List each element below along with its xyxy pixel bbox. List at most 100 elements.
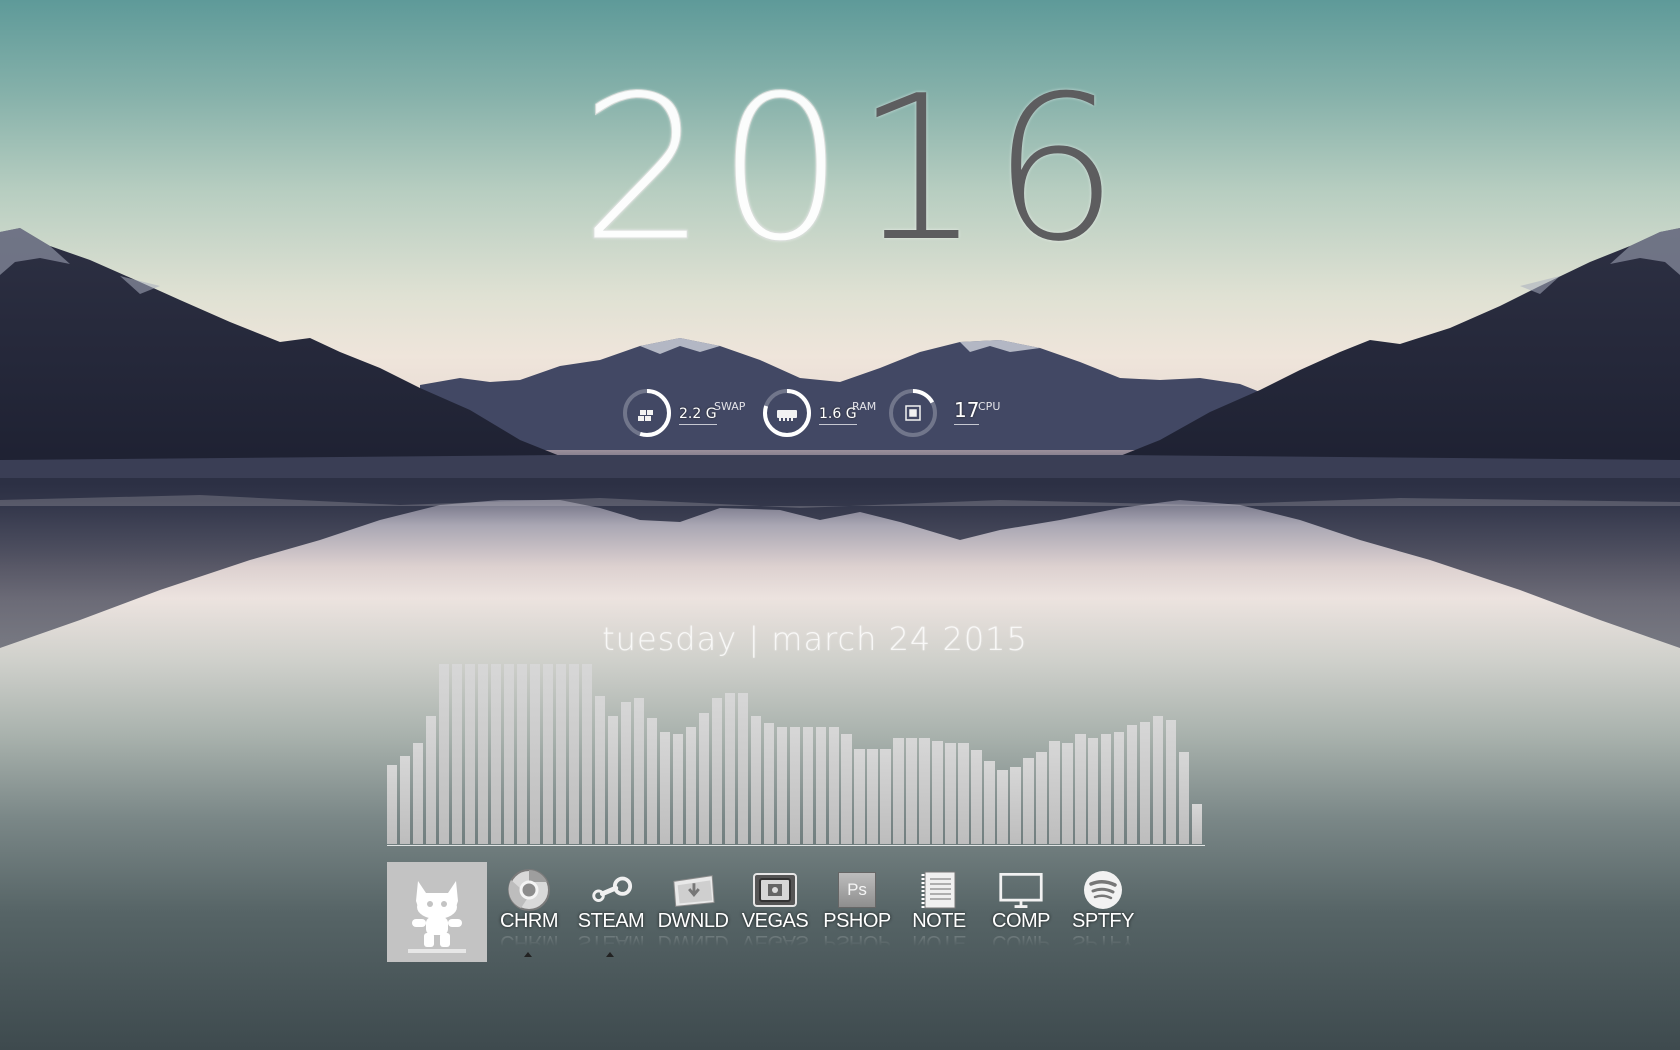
visualizer-bar — [413, 743, 424, 844]
visualizer-bar — [711, 698, 722, 844]
launcher-spotify[interactable]: SPTFY SPTFY — [1064, 868, 1142, 963]
visualizer-bar — [438, 664, 450, 844]
visualizer-bar — [1049, 741, 1060, 844]
visualizer-bar — [737, 692, 748, 844]
launcher-notepad[interactable]: NOTE NOTE — [900, 868, 978, 963]
visualizer-bar — [490, 664, 502, 844]
visualizer-bar — [1088, 737, 1099, 844]
visualizer-bar — [1192, 804, 1203, 844]
launcher-computer[interactable]: COMP COMP — [982, 868, 1060, 963]
visualizer-baseline — [387, 845, 1205, 846]
desktop: 2016 2.2 G SWAP 1.6 G RAM 17 CPU tuesday… — [0, 0, 1680, 1050]
visualizer-bar — [1114, 732, 1125, 844]
visualizer-bar — [919, 737, 930, 844]
swap-label: SWAP — [714, 400, 746, 413]
app-dock: CHRM CHRM STEAM STEAM DWNLD DWNLD VEGAS … — [387, 862, 1147, 964]
swap-gauge: 2.2 G SWAP — [620, 386, 750, 440]
now-playing-artwork[interactable] — [387, 862, 487, 962]
launcher-computer-label-reflection: COMP — [992, 931, 1050, 953]
visualizer-bar — [477, 664, 489, 844]
launcher-downloads[interactable]: DWNLD DWNLD — [654, 868, 732, 963]
launcher-photoshop[interactable]: Ps PSHOP PSHOP — [818, 868, 896, 963]
launcher-downloads-label-reflection: DWNLD — [657, 931, 729, 953]
notepad-icon — [916, 868, 962, 912]
year-last-digits: 16 — [854, 53, 1129, 286]
visualizer-bar — [763, 723, 774, 844]
computer-icon — [998, 868, 1044, 912]
visualizer-bar — [724, 692, 735, 844]
visualizer-bar — [828, 727, 839, 844]
visualizer-bar — [581, 664, 593, 844]
visualizer-bar — [555, 664, 567, 844]
photoshop-icon: Ps — [834, 868, 880, 912]
visualizer-bar — [997, 770, 1008, 844]
launcher-notepad-label-reflection: NOTE — [912, 931, 966, 953]
spotify-icon — [1080, 868, 1126, 912]
visualizer-bar — [854, 748, 865, 844]
visualizer-bar — [1010, 766, 1021, 844]
running-indicator — [524, 952, 532, 957]
visualizer-bar — [685, 727, 696, 844]
visualizer-bar — [906, 737, 917, 844]
visualizer-bar — [646, 718, 658, 844]
visualizer-bar — [958, 743, 969, 844]
ram-icon — [777, 410, 797, 421]
visualizer-bar — [1101, 734, 1112, 844]
visualizer-bar — [815, 727, 826, 844]
visualizer-bar — [932, 741, 943, 844]
swap-value: 2.2 G — [679, 406, 717, 425]
visualizer-bar — [1036, 752, 1047, 844]
launcher-vegas[interactable]: VEGAS VEGAS — [736, 868, 814, 963]
ram-label: RAM — [852, 400, 877, 413]
launcher-chrome[interactable]: CHRM CHRM — [490, 868, 568, 963]
visualizer-bar — [802, 727, 813, 844]
visualizer-bar — [867, 748, 878, 844]
audio-visualizer — [387, 660, 1205, 846]
visualizer-bar — [776, 727, 787, 844]
ram-gauge: 1.6 G RAM — [760, 386, 890, 440]
visualizer-bar — [893, 737, 904, 844]
steam-icon — [588, 868, 634, 912]
visualizer-bar — [594, 696, 606, 844]
cpu-value: 17 — [954, 398, 980, 425]
visualizer-bar — [841, 734, 852, 844]
visualizer-bar — [672, 734, 684, 844]
visualizer-bar — [529, 664, 541, 844]
visualizer-bar — [880, 748, 891, 844]
launcher-steam-label-reflection: STEAM — [577, 931, 645, 953]
visualizer-bar — [400, 755, 411, 844]
visualizer-bar — [1075, 734, 1086, 844]
visualizer-bar — [542, 664, 554, 844]
visualizer-bar — [1127, 725, 1138, 844]
downloads-folder-icon — [670, 868, 716, 912]
visualizer-bar — [945, 743, 956, 844]
photoshop-icon-text: Ps — [847, 880, 867, 899]
chrome-icon — [506, 868, 552, 912]
launcher-steam[interactable]: STEAM STEAM — [572, 868, 650, 963]
cpu-ring — [889, 389, 937, 437]
cpu-gauge: 17 CPU — [886, 386, 1016, 440]
date-display: tuesday | march 24 2015 — [602, 620, 1028, 658]
visualizer-bar — [451, 664, 463, 844]
visualizer-bar — [971, 750, 982, 844]
year-clock: 2016 — [580, 69, 1120, 270]
vegas-icon — [752, 868, 798, 912]
visualizer-bar — [1023, 757, 1034, 844]
monstercat-icon — [408, 881, 466, 953]
visualizer-bar — [1179, 752, 1190, 844]
visualizer-bar — [1062, 743, 1073, 844]
ram-ring — [763, 389, 811, 437]
cpu-label: CPU — [978, 400, 1001, 413]
visualizer-bar — [984, 761, 995, 844]
ram-value: 1.6 G — [819, 406, 857, 425]
visualizer-bar — [516, 664, 528, 844]
visualizer-bar — [620, 701, 632, 844]
visualizer-bar — [464, 664, 476, 844]
visualizer-bar — [1166, 719, 1177, 844]
swap-ring — [623, 389, 671, 437]
year-first-digits: 20 — [580, 53, 855, 286]
cpu-icon — [905, 405, 921, 421]
visualizer-bar — [659, 732, 671, 844]
running-indicator — [606, 952, 614, 957]
visualizer-bar — [426, 716, 437, 844]
